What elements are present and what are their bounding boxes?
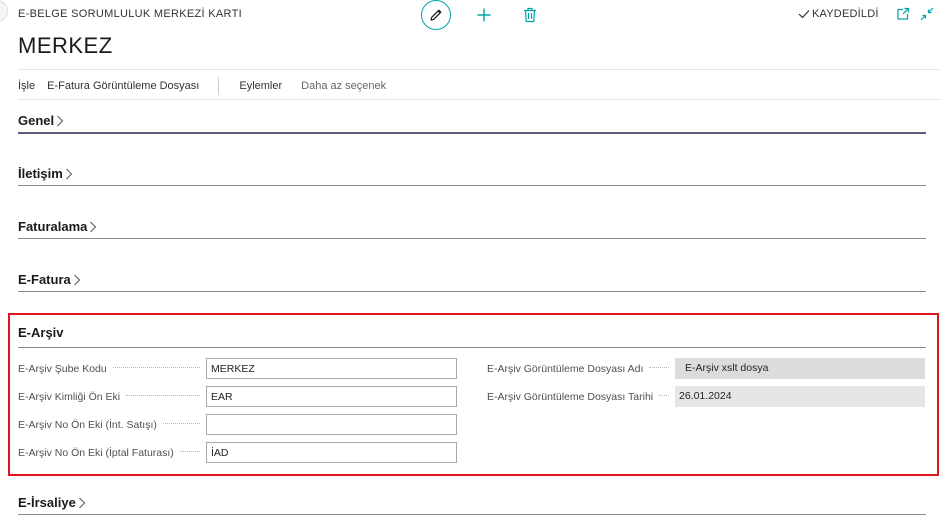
earsiv-no-int-satisi-label-text: E-Arşiv No Ön Eki (İnt. Satışı) bbox=[18, 418, 157, 431]
plus-icon bbox=[476, 7, 492, 23]
earsiv-sube-kodu-label-text: E-Arşiv Şube Kodu bbox=[18, 362, 107, 375]
chevron-right-icon bbox=[56, 115, 64, 127]
actions-menu[interactable]: Eylemler bbox=[239, 80, 282, 92]
collapse-icon bbox=[920, 7, 934, 21]
earsiv-sube-kodu-input[interactable] bbox=[206, 358, 457, 379]
section-efatura-label: E-Fatura bbox=[18, 272, 71, 287]
earsiv-sube-kodu-label: E-Arşiv Şube Kodu bbox=[18, 363, 206, 375]
earsiv-no-iptal-label-text: E-Arşiv No Ön Eki (İptal Faturası) bbox=[18, 446, 174, 459]
earsiv-gorunt-dosya-tarihi-row: E-Arşiv Görüntüleme Dosyası Tarihi 26.01… bbox=[487, 386, 925, 407]
action-bar-divider bbox=[18, 99, 940, 100]
earsiv-no-iptal-input[interactable] bbox=[206, 442, 457, 463]
page-caption: E-BELGE SORUMLULUK MERKEZİ KARTI bbox=[18, 8, 242, 20]
new-button[interactable] bbox=[473, 4, 495, 26]
earsiv-gorunt-dosya-adi-label-text: E-Arşiv Görüntüleme Dosyası Adı bbox=[487, 362, 644, 375]
section-eirsaliye[interactable]: E-İrsaliye bbox=[18, 495, 926, 515]
label-leader-dots bbox=[162, 422, 200, 424]
efatura-view-file-action[interactable]: E-Fatura Görüntüleme Dosyası bbox=[47, 80, 199, 92]
back-button[interactable] bbox=[0, 0, 8, 22]
earsiv-gorunt-dosya-adi-value[interactable]: E-Arşiv xslt dosya bbox=[675, 358, 925, 379]
label-leader-dots bbox=[649, 366, 669, 368]
earsiv-gorunt-dosya-tarihi-value: 26.01.2024 bbox=[675, 386, 925, 407]
open-in-new-window-button[interactable] bbox=[894, 5, 912, 23]
earsiv-kimlik-on-eki-label: E-Arşiv Kimliği Ön Eki bbox=[18, 391, 206, 403]
section-genel-label: Genel bbox=[18, 113, 55, 128]
label-leader-dots bbox=[112, 366, 200, 368]
earsiv-no-iptal-label: E-Arşiv No Ön Eki (İptal Faturası) bbox=[18, 447, 206, 459]
open-in-new-window-icon bbox=[896, 7, 910, 21]
process-menu[interactable]: İşle bbox=[18, 80, 35, 92]
section-genel[interactable]: Genel bbox=[18, 113, 926, 134]
action-separator bbox=[218, 77, 220, 95]
earsiv-gorunt-dosya-adi-row: E-Arşiv Görüntüleme Dosyası Adı E-Arşiv … bbox=[487, 358, 925, 379]
page-title: MERKEZ bbox=[18, 33, 113, 58]
save-status: KAYDEDİLDİ bbox=[798, 8, 879, 20]
save-status-text: KAYDEDİLDİ bbox=[812, 8, 879, 20]
section-faturalama[interactable]: Faturalama bbox=[18, 219, 926, 239]
section-iletisim-label: İletişim bbox=[18, 166, 63, 181]
section-iletisim[interactable]: İletişim bbox=[18, 166, 926, 186]
section-earsiv[interactable]: E-Arşiv bbox=[18, 324, 926, 348]
chevron-right-icon bbox=[65, 168, 73, 180]
earsiv-gorunt-dosya-tarihi-label-text: E-Arşiv Görüntüleme Dosyası Tarihi bbox=[487, 390, 654, 403]
earsiv-no-iptal-row: E-Arşiv No Ön Eki (İptal Faturası) bbox=[18, 442, 457, 463]
section-efatura[interactable]: E-Fatura bbox=[18, 272, 926, 292]
label-leader-dots bbox=[659, 394, 669, 396]
collapse-button[interactable] bbox=[918, 5, 936, 23]
earsiv-no-int-satisi-label: E-Arşiv No Ön Eki (İnt. Satışı) bbox=[18, 419, 206, 431]
edit-button[interactable] bbox=[421, 0, 451, 30]
checkmark-icon bbox=[798, 9, 810, 19]
label-leader-dots bbox=[126, 394, 200, 396]
earsiv-kimlik-on-eki-input[interactable] bbox=[206, 386, 457, 407]
earsiv-no-int-satisi-input[interactable] bbox=[206, 414, 457, 435]
chevron-right-icon bbox=[89, 221, 97, 233]
earsiv-kimlik-on-eki-label-text: E-Arşiv Kimliği Ön Eki bbox=[18, 390, 121, 403]
chevron-right-icon bbox=[73, 274, 81, 286]
earsiv-no-int-satisi-row: E-Arşiv No Ön Eki (İnt. Satışı) bbox=[18, 414, 457, 435]
section-eirsaliye-label: E-İrsaliye bbox=[18, 495, 76, 510]
delete-button[interactable] bbox=[519, 4, 541, 26]
earsiv-sube-kodu-row: E-Arşiv Şube Kodu bbox=[18, 358, 457, 379]
section-earsiv-label: E-Arşiv bbox=[18, 325, 64, 340]
trash-icon bbox=[523, 7, 537, 23]
earsiv-kimlik-on-eki-row: E-Arşiv Kimliği Ön Eki bbox=[18, 386, 457, 407]
pencil-icon bbox=[428, 7, 444, 23]
fewer-options-button[interactable]: Daha az seçenek bbox=[301, 80, 386, 92]
header-divider bbox=[18, 69, 940, 70]
label-leader-dots bbox=[179, 450, 200, 452]
earsiv-gorunt-dosya-tarihi-label: E-Arşiv Görüntüleme Dosyası Tarihi bbox=[487, 391, 675, 403]
action-bar: İşle E-Fatura Görüntüleme Dosyası Eyleml… bbox=[18, 77, 398, 95]
earsiv-gorunt-dosya-adi-label: E-Arşiv Görüntüleme Dosyası Adı bbox=[487, 363, 675, 375]
section-faturalama-label: Faturalama bbox=[18, 219, 88, 234]
chevron-right-icon bbox=[78, 497, 86, 509]
